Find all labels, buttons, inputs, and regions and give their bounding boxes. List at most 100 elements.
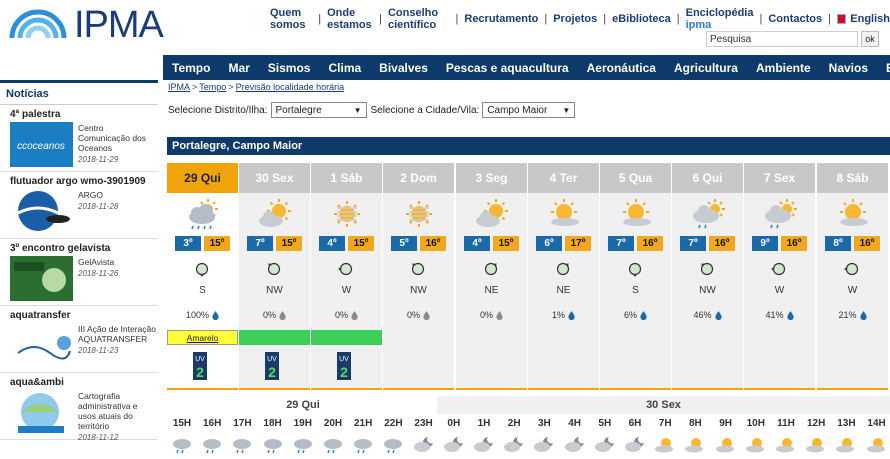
- link-english[interactable]: English: [850, 13, 890, 25]
- nav-item-ambiente[interactable]: Ambiente: [747, 61, 820, 75]
- wind-direction-icon: [844, 262, 859, 276]
- hour-label: 2H: [507, 418, 521, 429]
- news-thumbnail[interactable]: [10, 323, 73, 368]
- news-title[interactable]: aqua&ambi: [10, 377, 64, 388]
- breadcrumb: IPMA > Tempo > Previsão localidade horária: [168, 82, 345, 92]
- nav-item-bivalves[interactable]: Bivalves: [370, 61, 437, 75]
- day-column[interactable]: 8 Sáb 8º 16º W 21%: [817, 163, 888, 390]
- day-column[interactable]: 6 Qui 7º 16º NW 46%: [672, 163, 743, 390]
- search-ok-button[interactable]: ok: [861, 31, 879, 47]
- news-item[interactable]: aquatransfer III Ação de Interação AQUATR…: [0, 306, 158, 373]
- day-column[interactable]: 7 Sex 9º 16º W 41%: [744, 163, 815, 390]
- hourly-sun-cloud-icon: [776, 438, 794, 453]
- location-selectors: Selecione Distrito/Ilha: Portalegre ▼ Sel…: [168, 102, 579, 118]
- temp-min: 7º: [680, 236, 706, 251]
- sun-cloud-icon: [551, 199, 579, 226]
- hour-label: 10H: [746, 418, 765, 429]
- svg-text:ccoceanos: ccoceanos: [17, 141, 65, 152]
- news-item[interactable]: flutuador argo wmo-3901909 ARGO 2018-11-28: [0, 172, 158, 239]
- svg-text:2: 2: [340, 364, 348, 380]
- svg-text:2: 2: [268, 364, 276, 380]
- warning-badge[interactable]: [311, 330, 382, 345]
- news-title[interactable]: flutuador argo wmo-3901909: [10, 176, 146, 187]
- day-header[interactable]: 5 Qua: [600, 163, 671, 193]
- day-column[interactable]: 4 Ter 6º 17º NE 1%: [528, 163, 599, 390]
- nav-item-sismos[interactable]: Sismos: [259, 61, 320, 75]
- crumb-tempo[interactable]: Tempo: [199, 82, 226, 92]
- day-header[interactable]: 3 Seg: [456, 163, 527, 193]
- day-header[interactable]: 4 Ter: [528, 163, 599, 193]
- temp-max: 16º: [709, 236, 735, 251]
- link-projetos[interactable]: Projetos: [553, 13, 597, 25]
- news-title[interactable]: 3º encontro gelavista: [10, 243, 110, 254]
- sun-cloud-icon: [840, 199, 868, 226]
- temp-min: 9º: [752, 236, 778, 251]
- day-header[interactable]: 6 Qui: [672, 163, 743, 193]
- news-thumbnail[interactable]: ccoceanos: [10, 122, 73, 167]
- wind-direction: NW: [410, 285, 427, 296]
- crumb-previsao[interactable]: Previsão localidade horária: [236, 82, 345, 92]
- hourly-night-cloud-icon: [564, 437, 584, 452]
- news-thumbnail[interactable]: [10, 256, 73, 301]
- day-column[interactable]: 5 Qua 7º 16º S 6%: [600, 163, 671, 390]
- news-item[interactable]: 4ª palestra ccoceanos Centro Comunicação d…: [0, 105, 158, 172]
- link-enciclopedia[interactable]: Enciclopédia ipma: [686, 7, 754, 31]
- day-header[interactable]: 8 Sáb: [817, 163, 888, 193]
- nav-item-clima[interactable]: Clima: [319, 61, 370, 75]
- nav-item-pescas-e-aquacultura[interactable]: Pescas e aquacultura: [437, 61, 578, 75]
- day-header[interactable]: 7 Sex: [744, 163, 815, 193]
- news-sidebar: Notícias 4ª palestra ccoceanos Centro Comu…: [0, 80, 158, 459]
- ipma-logo[interactable]: IPMA: [8, 4, 164, 47]
- news-title[interactable]: aquatransfer: [10, 310, 71, 321]
- precip-probability: 0%: [456, 310, 527, 321]
- showers-icon: [693, 199, 725, 229]
- wind-direction: W: [341, 285, 352, 296]
- hour-label: 9H: [719, 418, 732, 429]
- news-item[interactable]: aqua&ambi Cartografia administrativa e us…: [0, 373, 158, 442]
- crumb-ipma[interactable]: IPMA: [168, 82, 190, 92]
- day-column[interactable]: 29 Qui 3º 15º S 100% Amarelo UV 2: [167, 163, 238, 390]
- link-contactos[interactable]: Contactos: [768, 13, 822, 25]
- day-column[interactable]: 3 Seg 4º 15º NE 0%: [456, 163, 527, 390]
- city-select[interactable]: Campo Maior ▼: [482, 102, 576, 118]
- hour-label: 12H: [807, 418, 826, 429]
- hour-label: 15H: [172, 418, 192, 429]
- day-column[interactable]: 2 Dom 5º 16º NW 0%: [383, 163, 454, 390]
- wind-direction: NE: [556, 285, 571, 296]
- link-recrutamento[interactable]: Recrutamento: [464, 13, 538, 25]
- wind-direction-icon: [700, 262, 714, 276]
- hourly-sun-cloud-icon: [715, 438, 734, 453]
- day-column[interactable]: 30 Sex 7º 15º NW 0% UV 2: [239, 163, 310, 390]
- nav-item-aeron-utica[interactable]: Aeronáutica: [578, 61, 665, 75]
- hour-label: 22H: [384, 418, 403, 429]
- news-thumbnail[interactable]: [10, 390, 73, 435]
- day-header[interactable]: 29 Qui: [167, 163, 238, 193]
- link-quem-somos[interactable]: Quem somos: [270, 7, 312, 31]
- day-header[interactable]: 30 Sex: [239, 163, 310, 193]
- nav-item-tempo[interactable]: Tempo: [163, 61, 219, 75]
- news-title[interactable]: 4ª palestra: [10, 109, 60, 120]
- day-column[interactable]: 1 Sáb 4º 15º W 0% UV 2: [311, 163, 382, 390]
- link-ebiblioteca[interactable]: eBiblioteca: [612, 13, 671, 25]
- nav-item-espa-o[interactable]: Espaço: [877, 61, 890, 75]
- partly-cloudy-icon: [259, 199, 291, 227]
- nav-item-mar[interactable]: Mar: [219, 61, 258, 75]
- warning-badge[interactable]: [239, 330, 310, 345]
- link-onde-estamos[interactable]: Onde estamos: [327, 7, 373, 31]
- day-bottom-line: [311, 388, 382, 390]
- news-thumbnail[interactable]: [10, 189, 73, 234]
- uk-flag-icon[interactable]: [836, 14, 847, 24]
- wind-direction: NW: [266, 285, 283, 296]
- warning-badge[interactable]: Amarelo: [167, 330, 238, 345]
- nav-item-navios[interactable]: Navios: [820, 61, 877, 75]
- search-input[interactable]: [706, 31, 858, 47]
- nav-item-agricultura[interactable]: Agricultura: [665, 61, 747, 75]
- day-header[interactable]: 2 Dom: [383, 163, 454, 193]
- day-header[interactable]: 1 Sáb: [311, 163, 382, 193]
- temp-min: 6º: [536, 236, 562, 251]
- news-item[interactable]: 3º encontro gelavista GelAvista 2018-11-26: [0, 239, 158, 306]
- temp-min: 4º: [464, 236, 490, 251]
- link-conselho[interactable]: Conselho científico: [388, 7, 450, 31]
- district-select[interactable]: Portalegre ▼: [270, 102, 367, 118]
- hour-label: 3H: [537, 418, 551, 429]
